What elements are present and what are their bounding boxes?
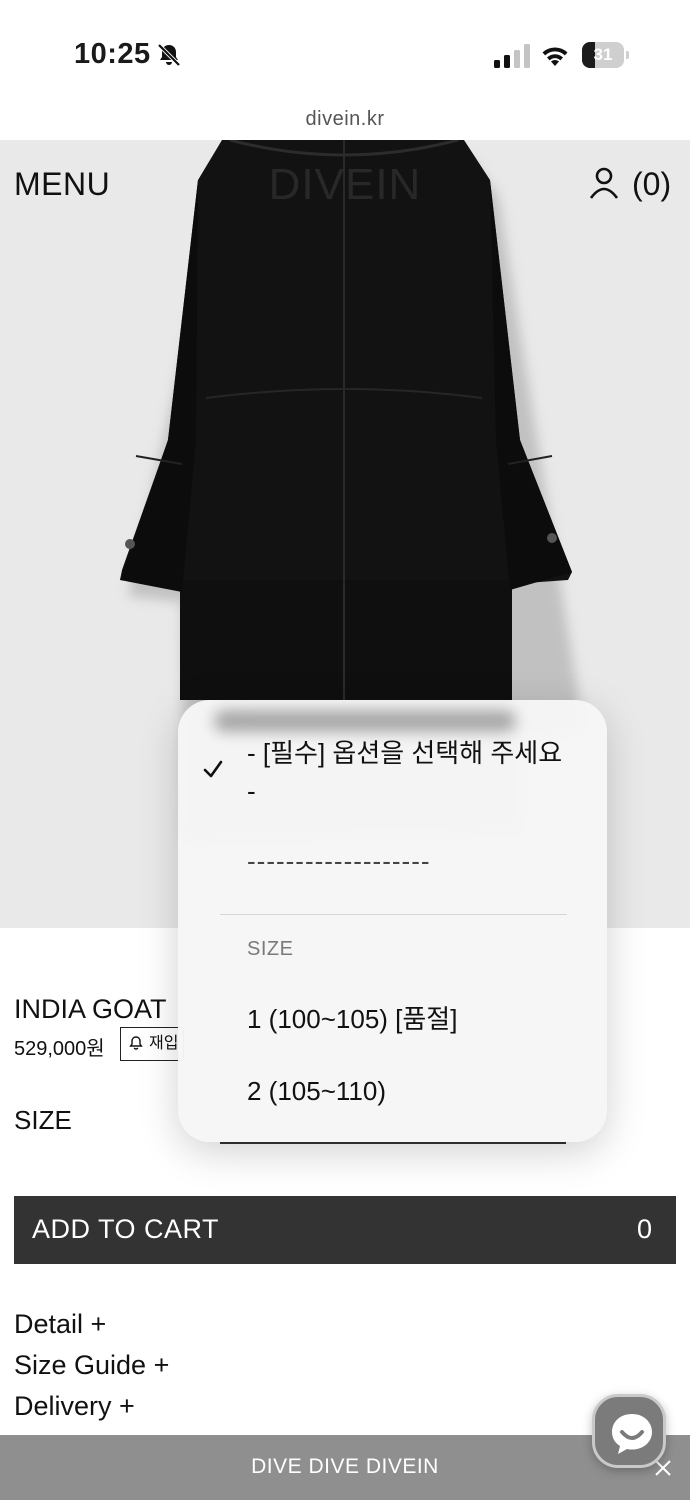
bell-icon (129, 1036, 143, 1050)
add-to-cart-label: ADD TO CART (32, 1214, 220, 1244)
footer-marquee: DIVE DIVE DIVEIN (251, 1455, 439, 1478)
option-size-2[interactable]: 2 (105~110) (247, 1072, 386, 1110)
browser-url[interactable]: divein.kr (0, 108, 690, 140)
option-group-label: SIZE (247, 938, 294, 960)
size-guide-link[interactable]: Size Guide + (14, 1345, 169, 1386)
divider (220, 914, 567, 915)
site-header: MENU DIVEIN (0) (0, 140, 690, 230)
bell-slash-icon (157, 43, 181, 67)
wifi-icon (542, 47, 568, 66)
cart-quantity: 0 (636, 1214, 652, 1244)
restock-alert-button[interactable]: 재입 (120, 1027, 184, 1061)
option-size-1[interactable]: 1 (100~105) [품절] (247, 1000, 457, 1038)
chat-button[interactable] (592, 1394, 666, 1468)
size-options-popover: - [필수] 옵션을 선택해 주세요 - -------------------… (178, 700, 607, 1142)
chat-icon (612, 1414, 652, 1454)
user-icon[interactable] (588, 166, 620, 200)
signal-icon (494, 44, 530, 68)
cart-count[interactable]: (0) (632, 166, 671, 203)
add-to-cart-button[interactable]: ADD TO CART 0 (14, 1196, 676, 1264)
info-links: Detail + Size Guide + Delivery + (14, 1304, 169, 1427)
checkmark-icon (203, 760, 223, 778)
status-time: 10:25 (74, 38, 151, 70)
option-placeholder[interactable]: - [필수] 옵션을 선택해 주세요 - (247, 734, 567, 810)
footer-banner: DIVE DIVE DIVEIN (0, 1435, 690, 1500)
site-logo[interactable]: DIVEIN (0, 160, 690, 210)
size-label: SIZE (14, 1105, 72, 1135)
battery-level: 31 (593, 45, 613, 64)
option-separator[interactable]: ------------------- (247, 842, 431, 880)
product-name: INDIA GOAT (14, 994, 167, 1024)
detail-link[interactable]: Detail + (14, 1304, 169, 1345)
delivery-link[interactable]: Delivery + (14, 1386, 169, 1427)
battery-indicator: 31 (582, 42, 630, 68)
restock-label: 재입 (149, 1035, 179, 1052)
status-bar: 10:25 31 (0, 0, 690, 108)
product-price: 529,000원 (14, 1038, 105, 1060)
